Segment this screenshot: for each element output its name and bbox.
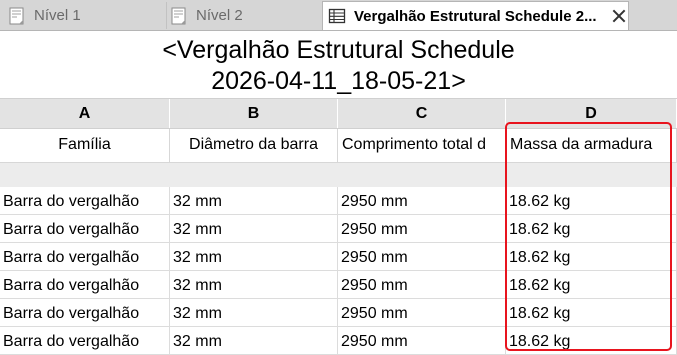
tab-nivel-1[interactable]: Nível 1: [5, 2, 160, 29]
familia-cell[interactable]: Barra do vergalhão: [0, 215, 170, 242]
table-row[interactable]: Barra do vergalhão 32 mm 2950 mm 18.62 kg: [0, 215, 677, 243]
massa-cell[interactable]: 18.62 kg: [506, 187, 677, 214]
close-icon[interactable]: [612, 9, 626, 23]
column-letter-d[interactable]: D: [506, 99, 677, 128]
massa-cell[interactable]: 18.62 kg: [506, 243, 677, 270]
table-row[interactable]: Barra do vergalhão 32 mm 2950 mm 18.62 kg: [0, 271, 677, 299]
diametro-cell[interactable]: 32 mm: [170, 215, 338, 242]
header-massa[interactable]: Massa da armadura: [506, 129, 677, 162]
view-tab-bar: Nível 1 Nível 2 Vergalhão Estrutural Sch…: [0, 0, 677, 31]
comprimento-cell[interactable]: 2950 mm: [338, 215, 506, 242]
comprimento-cell[interactable]: 2950 mm: [338, 299, 506, 326]
familia-cell[interactable]: Barra do vergalhão: [0, 327, 170, 354]
comprimento-cell[interactable]: 2950 mm: [338, 187, 506, 214]
column-letter-b[interactable]: B: [170, 99, 338, 128]
table-row[interactable]: Barra do vergalhão 32 mm 2950 mm 18.62 kg: [0, 299, 677, 327]
comprimento-cell[interactable]: 2950 mm: [338, 327, 506, 354]
massa-cell[interactable]: 18.62 kg: [506, 327, 677, 354]
tab-label: Nível 1: [34, 7, 81, 24]
diametro-cell[interactable]: 32 mm: [170, 327, 338, 354]
schedule-title-line-2: 2026-04-11_18-05-21>: [211, 67, 466, 95]
floor-plan-icon: [171, 7, 186, 24]
column-letter-c[interactable]: C: [338, 99, 506, 128]
floor-plan-icon: [9, 7, 24, 24]
schedule-title[interactable]: <Vergalhão Estrutural Schedule 2026-04-1…: [0, 35, 677, 97]
diametro-cell[interactable]: 32 mm: [170, 271, 338, 298]
familia-cell[interactable]: Barra do vergalhão: [0, 299, 170, 326]
familia-cell[interactable]: Barra do vergalhão: [0, 271, 170, 298]
tab-rebar-schedule[interactable]: Vergalhão Estrutural Schedule 2...: [322, 1, 629, 30]
familia-cell[interactable]: Barra do vergalhão: [0, 187, 170, 214]
column-header-row: Família Diâmetro da barra Comprimento to…: [0, 129, 677, 162]
familia-cell[interactable]: Barra do vergalhão: [0, 243, 170, 270]
diametro-cell[interactable]: 32 mm: [170, 187, 338, 214]
schedule-body: Barra do vergalhão 32 mm 2950 mm 18.62 kg Ba…: [0, 187, 677, 355]
table-row[interactable]: Barra do vergalhão 32 mm 2950 mm 18.62 kg: [0, 327, 677, 355]
tab-nivel-2[interactable]: Nível 2: [166, 2, 321, 29]
blank-row[interactable]: [0, 162, 677, 187]
massa-cell[interactable]: 18.62 kg: [506, 271, 677, 298]
schedule-grid: A B C D Família Diâmetro da barra Compri…: [0, 98, 677, 355]
header-diametro[interactable]: Diâmetro da barra: [170, 129, 338, 162]
schedule-title-line-1: <Vergalhão Estrutural Schedule: [162, 36, 515, 64]
diametro-cell[interactable]: 32 mm: [170, 243, 338, 270]
table-row[interactable]: Barra do vergalhão 32 mm 2950 mm 18.62 kg: [0, 187, 677, 215]
comprimento-cell[interactable]: 2950 mm: [338, 271, 506, 298]
tab-label: Vergalhão Estrutural Schedule 2...: [354, 7, 597, 25]
header-comprimento[interactable]: Comprimento total d: [338, 129, 506, 162]
massa-cell[interactable]: 18.62 kg: [506, 299, 677, 326]
schedule-table-icon: [328, 8, 346, 24]
column-letter-row: A B C D: [0, 98, 677, 129]
comprimento-cell[interactable]: 2950 mm: [338, 243, 506, 270]
table-row[interactable]: Barra do vergalhão 32 mm 2950 mm 18.62 kg: [0, 243, 677, 271]
massa-cell[interactable]: 18.62 kg: [506, 215, 677, 242]
tab-label: Nível 2: [196, 7, 243, 24]
column-letter-a[interactable]: A: [0, 99, 170, 128]
diametro-cell[interactable]: 32 mm: [170, 299, 338, 326]
header-familia[interactable]: Família: [0, 129, 170, 162]
